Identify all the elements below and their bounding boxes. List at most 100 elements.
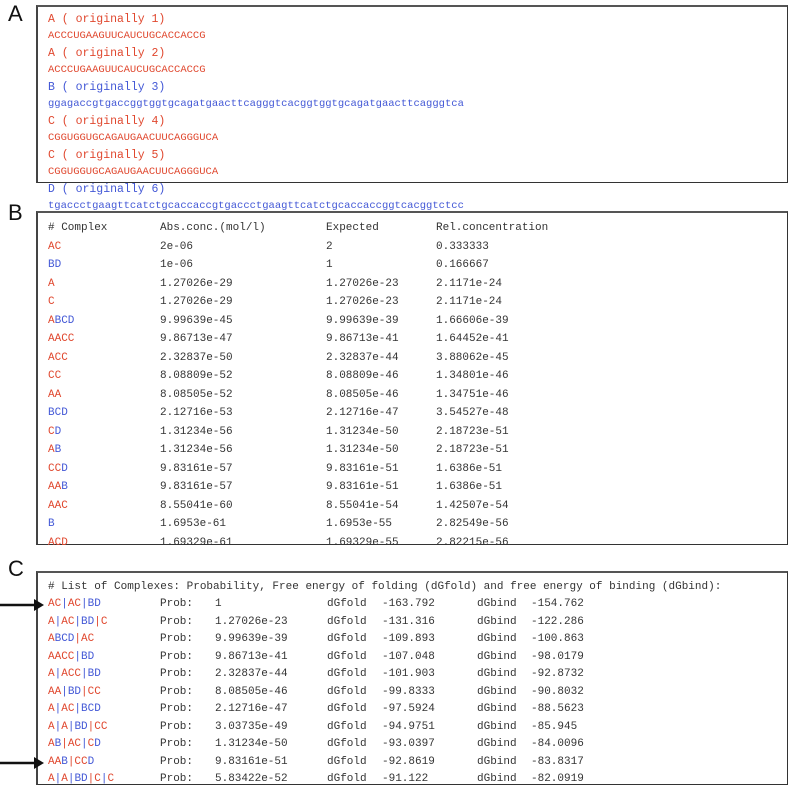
rel-conc-cell: 2.1171e-24 xyxy=(436,277,503,290)
strand-segment: AC xyxy=(48,240,62,253)
prob-value: 2.32837e-44 xyxy=(215,668,288,680)
strand-sequence: ACCCUGAAGUUCAUCUGCACCACCG xyxy=(48,64,206,76)
table-row: ACD 1.69329e-61 1.69329e-55 2.82215e-56 xyxy=(48,534,787,553)
complex-separator: | xyxy=(81,738,88,750)
prob-label: Prob: xyxy=(160,738,194,750)
expected-cell: 1.6953e-55 xyxy=(326,518,393,530)
complex-name: ACD xyxy=(48,534,160,553)
strand-sequence: ACCCUGAAGUUCAUCUGCACCACCG xyxy=(48,30,206,42)
complex-row: AC|AC|BD Prob: 1 dGfold -163.792 dGbind -154.7… xyxy=(48,596,787,614)
dgfold-value: -94.9751 xyxy=(382,720,435,733)
rel-conc-cell: 1.66606e-39 xyxy=(436,314,509,327)
column-header-rel-conc: Rel.concentration xyxy=(436,222,549,234)
rel-conc-cell: 2.82215e-56 xyxy=(436,536,509,549)
strand-segment: AAC xyxy=(48,499,68,512)
rel-conc-cell: 0.166667 xyxy=(436,259,489,271)
strand-segment: C xyxy=(107,773,115,785)
abs-conc-cell: 1.31234e-56 xyxy=(160,444,233,456)
dgbind-label: dGbind xyxy=(477,650,517,663)
complex-separator: | xyxy=(81,668,88,680)
strand-list-panel: A ( originally 1) ACCCUGAAGUUCAUCUGCACCAC… xyxy=(36,5,788,212)
strand-segment: B xyxy=(48,518,55,530)
complex-name: ACC xyxy=(48,349,160,368)
strand-segment: BD xyxy=(74,720,88,733)
prob-value: 9.83161e-51 xyxy=(215,755,288,768)
abs-conc-cell: 2e-06 xyxy=(160,240,194,253)
dgbind-label: dGbind xyxy=(477,633,517,645)
complex-row: AAB|CCD Prob: 9.83161e-51 dGfold -92.8619 dGb… xyxy=(48,754,787,772)
table-row: AAB 9.83161e-57 9.83161e-51 1.6386e-51 xyxy=(48,478,787,497)
strand-segment: AC xyxy=(61,615,75,628)
rel-conc-cell: 1.64452e-41 xyxy=(436,333,509,345)
strand-segment: B xyxy=(54,444,62,456)
prob-label: Prob: xyxy=(160,755,194,768)
abs-conc-cell: 2.12716e-53 xyxy=(160,407,233,419)
complex-name: BD xyxy=(48,256,160,275)
complex-row: A|A|BD|CC Prob: 3.03735e-49 dGfold -94.9751 d… xyxy=(48,719,787,737)
strand-segment: AACC xyxy=(48,333,75,345)
dgfold-label: dGfold xyxy=(327,773,367,785)
panel-label-a: A xyxy=(8,1,23,26)
complex-name: AB xyxy=(48,441,160,460)
strand-segment: A xyxy=(48,773,55,785)
strand-sequence: ggagaccgtgaccggtggtgcagatgaacttcagggtcac… xyxy=(48,98,464,110)
panel-label-c: C xyxy=(8,556,24,581)
expected-cell: 1.27026e-23 xyxy=(326,277,399,290)
table-row: C 1.27026e-29 1.27026e-23 2.1171e-24 xyxy=(48,293,787,312)
dgbind-value: -88.5623 xyxy=(531,703,584,715)
complex-name: AC xyxy=(48,238,160,257)
prob-value: 1.27026e-23 xyxy=(215,615,288,628)
abs-conc-cell: 8.55041e-60 xyxy=(160,499,233,512)
rel-conc-cell: 1.42507e-54 xyxy=(436,499,509,512)
abs-conc-cell: 9.86713e-47 xyxy=(160,333,233,345)
complex-separator: | xyxy=(61,738,68,750)
expected-cell: 9.86713e-41 xyxy=(326,333,399,345)
column-header-complex: # Complex xyxy=(48,222,108,234)
complex-name: CC xyxy=(48,367,160,386)
dgfold-label: dGfold xyxy=(327,685,367,698)
column-header-abs-conc: Abs.conc.(mol/l) xyxy=(160,222,266,234)
complex-separator: | xyxy=(61,685,68,698)
dgbind-label: dGbind xyxy=(477,615,517,628)
table-row: AA 8.08505e-52 8.08505e-46 1.34751e-46 xyxy=(48,386,787,405)
expected-cell: 8.08505e-46 xyxy=(326,388,399,401)
prob-value: 2.12716e-47 xyxy=(215,703,288,715)
table-row: AB 1.31234e-56 1.31234e-50 2.18723e-51 xyxy=(48,441,787,460)
dgbind-label: dGbind xyxy=(477,720,517,733)
table-row: CC 8.08809e-52 8.08809e-46 1.34801e-46 xyxy=(48,367,787,386)
dgfold-label: dGfold xyxy=(327,703,367,715)
strand-segment: A xyxy=(48,277,55,290)
rel-conc-cell: 2.1171e-24 xyxy=(436,296,503,308)
strand-sequence: CGGUGGUGCAGAUGAACUUCAGGGUCA xyxy=(48,132,219,144)
strand-segment: ACC xyxy=(48,351,68,364)
strand-header: C ( originally 5) xyxy=(48,149,166,162)
rel-conc-cell: 2.18723e-51 xyxy=(436,425,509,438)
prob-label: Prob: xyxy=(160,703,194,715)
prob-value: 9.86713e-41 xyxy=(215,650,288,663)
expected-cell: 1.31234e-50 xyxy=(326,444,399,456)
strand-segment: CC xyxy=(74,755,88,768)
strand-segment: B xyxy=(61,481,68,493)
strand-segment: AA xyxy=(48,388,62,401)
complex-name: AAB|CCD xyxy=(48,754,160,772)
expected-cell: 2.12716e-47 xyxy=(326,407,399,419)
complex-separator: | xyxy=(81,685,88,698)
dgfold-value: -107.048 xyxy=(382,650,435,663)
complex-row: AACC|BD Prob: 9.86713e-41 dGfold -107.048 dGb… xyxy=(48,649,787,667)
strand-segment: BD xyxy=(74,773,88,785)
strand-segment: A xyxy=(48,314,55,327)
strand-segment: A xyxy=(48,615,55,628)
complex-name: AACC|BD xyxy=(48,649,160,667)
dgbind-label: dGbind xyxy=(477,773,517,785)
table-row: CCD 9.83161e-57 9.83161e-51 1.6386e-51 xyxy=(48,460,787,479)
dgbind-label: dGbind xyxy=(477,755,517,768)
complex-list-header: # List of Complexes: Probability, Free e… xyxy=(48,581,722,593)
strand-segment: AACC xyxy=(48,650,75,663)
complex-name: BCD xyxy=(48,404,160,423)
complex-name: A|AC|BCD xyxy=(48,701,160,719)
abs-conc-cell: 8.08809e-52 xyxy=(160,370,233,382)
prob-value: 1.31234e-50 xyxy=(215,738,288,750)
rel-conc-cell: 0.333333 xyxy=(436,240,489,253)
complex-name: AAB xyxy=(48,478,160,497)
abs-conc-cell: 1.27026e-29 xyxy=(160,277,233,290)
